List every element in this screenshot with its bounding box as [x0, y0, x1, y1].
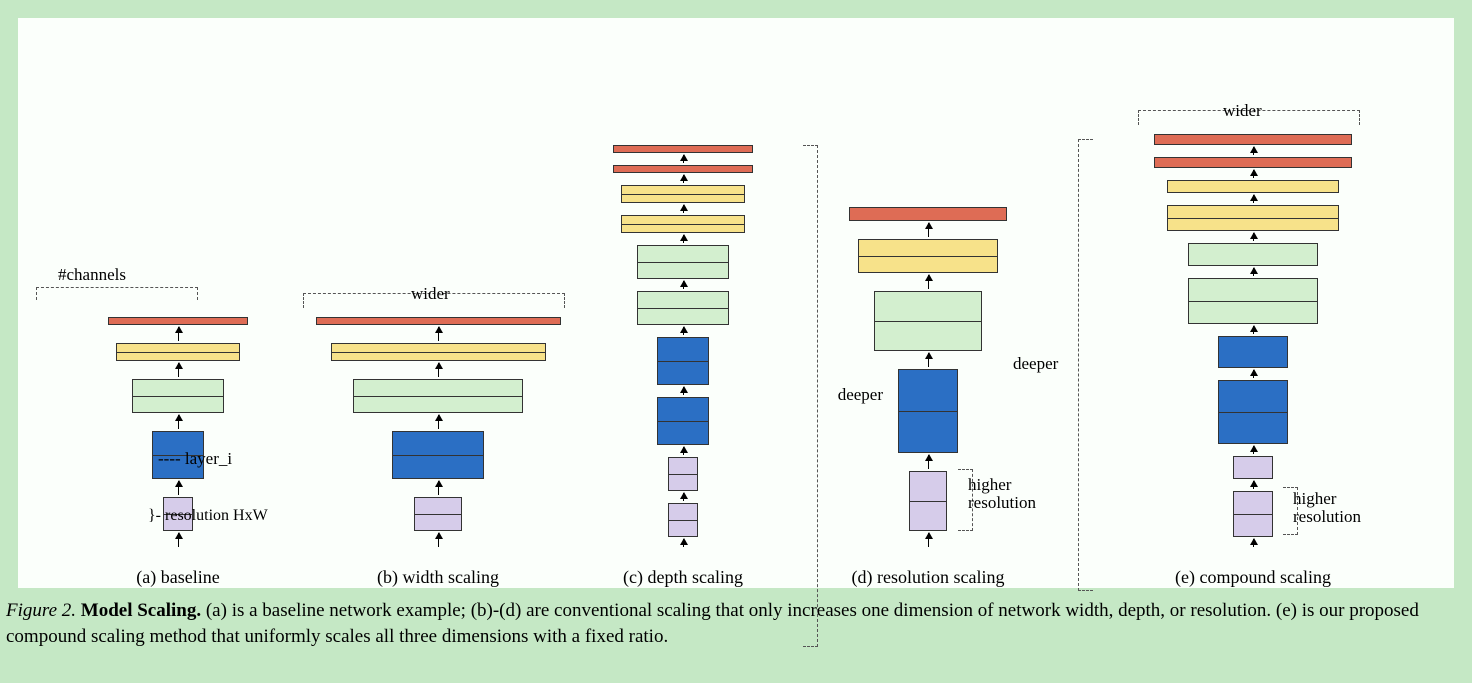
layer-yellow — [621, 215, 745, 233]
arrow — [178, 533, 179, 547]
layer-blue — [1218, 336, 1288, 368]
arrow — [928, 275, 929, 289]
panel-c: deeper (c) depth scaling — [578, 145, 788, 588]
layer-input — [668, 457, 698, 491]
layer-blue — [392, 431, 484, 479]
caption-d: (d) resolution scaling — [798, 567, 1058, 588]
layer-input — [414, 497, 462, 531]
layer-yellow — [1167, 180, 1339, 193]
arrow — [683, 205, 684, 213]
arrow — [683, 235, 684, 243]
layer-yellow — [331, 343, 546, 361]
arrow — [1253, 233, 1254, 241]
layer-yellow — [858, 239, 998, 273]
label-resolution: }- resolution HxW — [148, 507, 268, 525]
caption-c: (c) depth scaling — [578, 567, 788, 588]
layer-blue — [898, 369, 958, 453]
arrow — [683, 281, 684, 289]
arrow — [1253, 539, 1254, 547]
label-deeper-e: deeper — [1013, 354, 1058, 374]
arrow — [683, 387, 684, 395]
arrow — [1253, 446, 1254, 454]
caption-e: (e) compound scaling — [1108, 567, 1398, 588]
panel-b: wider (b) width scaling — [308, 317, 568, 588]
layer-yellow — [116, 343, 240, 361]
layer-red — [108, 317, 248, 325]
arrow — [178, 415, 179, 429]
layer-red — [613, 145, 753, 153]
layer-input — [1233, 491, 1273, 537]
arrow — [1253, 326, 1254, 334]
arrow — [438, 327, 439, 341]
label-higher-d: higher resolution — [968, 476, 1036, 513]
layer-mint — [1188, 243, 1318, 266]
layer-mint — [637, 291, 729, 325]
arrow — [683, 155, 684, 163]
stack-b: wider — [308, 317, 568, 549]
caption-b: (b) width scaling — [308, 567, 568, 588]
stack-a: #channels ---- layer_i }- resolution HxW — [48, 317, 308, 549]
arrow — [438, 533, 439, 547]
panel-e: wider deeper higher resolution (e) compo… — [1108, 134, 1398, 588]
layer-yellow — [621, 185, 745, 203]
label-higher-e: higher resolution — [1293, 490, 1361, 527]
figure-number: Figure 2. — [6, 600, 76, 621]
layer-mint — [637, 245, 729, 279]
arrow — [178, 327, 179, 341]
label-channels: #channels — [58, 265, 126, 285]
arrow — [683, 447, 684, 455]
arrow — [178, 481, 179, 495]
layer-red — [1154, 157, 1352, 168]
layer-input — [1233, 456, 1273, 479]
arrow — [438, 415, 439, 429]
caption-a: (a) baseline — [48, 567, 308, 588]
label-wider-e: wider — [1223, 101, 1262, 121]
layer-blue — [657, 337, 709, 385]
arrow — [1253, 370, 1254, 378]
layer-yellow — [1167, 205, 1339, 231]
arrow — [178, 363, 179, 377]
arrow — [928, 353, 929, 367]
layer-blue — [1218, 380, 1288, 444]
layer-red — [1154, 134, 1352, 145]
arrow — [1253, 195, 1254, 203]
arrow — [928, 455, 929, 469]
arrow — [1253, 268, 1254, 276]
figure-caption: Figure 2. Model Scaling. (a) is a baseli… — [0, 596, 1472, 669]
figure-area: #channels ---- layer_i }- resolution HxW… — [18, 18, 1454, 588]
layer-blue — [657, 397, 709, 445]
brace-channels — [36, 287, 198, 300]
arrow — [1253, 147, 1254, 155]
arrow — [1253, 170, 1254, 178]
layer-input — [909, 471, 947, 531]
layer-red — [613, 165, 753, 173]
arrow — [928, 223, 929, 237]
figure-title: Model Scaling. — [81, 600, 201, 621]
layer-input — [668, 503, 698, 537]
layer-mint — [874, 291, 982, 351]
stack-e: wider deeper higher resolution — [1108, 134, 1398, 549]
arrow — [683, 327, 684, 335]
label-layer-i: ---- layer_i — [158, 449, 232, 469]
brace-deeper-e — [1078, 139, 1093, 591]
arrow — [928, 533, 929, 547]
layer-mint — [132, 379, 224, 413]
label-wider-b: wider — [411, 284, 450, 304]
layer-red — [316, 317, 561, 325]
arrow — [1253, 481, 1254, 489]
panel-d: higher resolution (d) resolution scaling — [798, 207, 1058, 588]
arrow — [683, 539, 684, 547]
figure-body: (a) is a baseline network example; (b)-(… — [6, 600, 1419, 647]
layer-mint — [1188, 278, 1318, 324]
arrow — [438, 481, 439, 495]
layer-red — [849, 207, 1007, 221]
stack-d: higher resolution — [798, 207, 1058, 549]
arrow — [438, 363, 439, 377]
layer-mint — [353, 379, 523, 413]
panel-a: #channels ---- layer_i }- resolution HxW… — [48, 317, 308, 588]
arrow — [683, 175, 684, 183]
arrow — [683, 493, 684, 501]
stack-c: deeper — [578, 145, 788, 549]
